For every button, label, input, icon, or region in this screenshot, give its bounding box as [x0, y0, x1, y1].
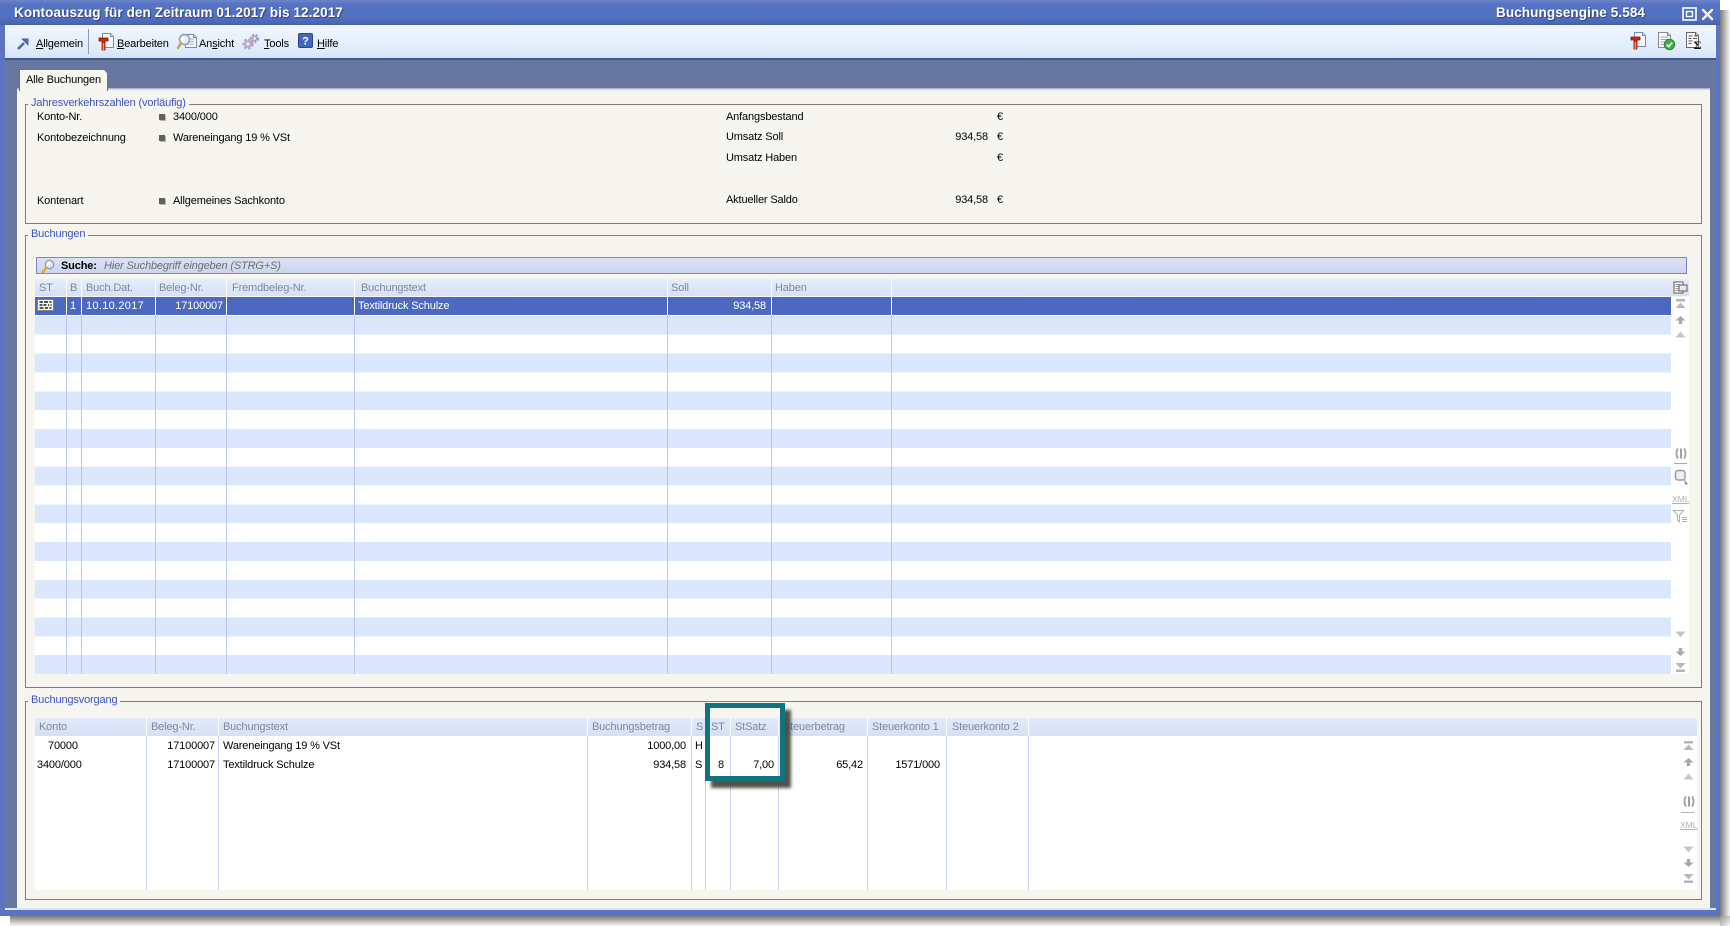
- svg-text:?: ?: [302, 36, 309, 48]
- svg-text:Σ: Σ: [1694, 38, 1702, 51]
